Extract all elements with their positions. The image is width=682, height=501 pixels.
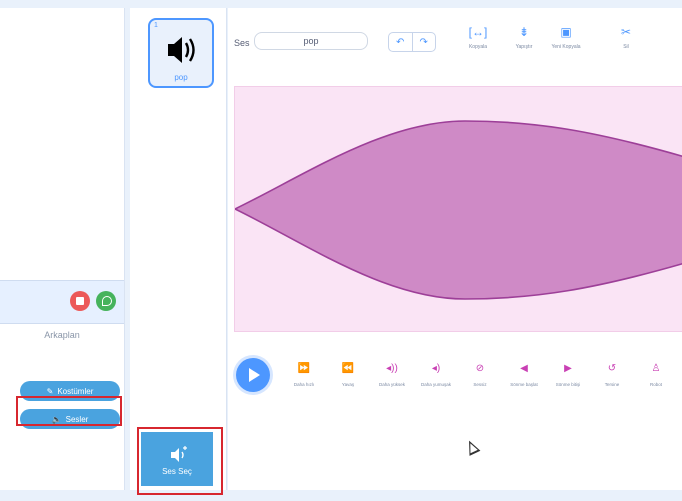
fade-in-icon: ◀ bbox=[520, 363, 528, 374]
scissors-icon: ✂ bbox=[620, 25, 632, 39]
reverse-button[interactable]: ↺ Tersine bbox=[590, 362, 634, 387]
copy-icon: [↔] bbox=[468, 25, 488, 39]
speaker-icon bbox=[168, 37, 195, 63]
sound-tile-number: 1 bbox=[154, 22, 158, 29]
faster-button[interactable]: ⏩ Daha hızlı bbox=[282, 362, 326, 387]
undo-icon[interactable]: ↶ bbox=[389, 33, 413, 51]
copy-button[interactable]: [↔] Kopyala bbox=[458, 24, 498, 50]
fade-out-icon: ▶ bbox=[564, 363, 572, 374]
effects-bar: ⏩ Daha hızlı ⏪ Yavaş ◂)) Daha yüksek ◂) … bbox=[228, 348, 682, 408]
fade-in-button[interactable]: ◀ Sönme başlat bbox=[502, 362, 546, 387]
softer-icon: ◂) bbox=[431, 363, 441, 374]
mute-button[interactable]: ⊘ Sessiz bbox=[458, 362, 502, 387]
stop-icon[interactable] bbox=[70, 291, 90, 311]
faster-label: Daha hızlı bbox=[293, 382, 315, 387]
paste-label: Yapıştır bbox=[515, 44, 533, 50]
louder-label: Daha yüksek bbox=[378, 382, 405, 387]
slower-button[interactable]: ⏪ Yavaş bbox=[326, 362, 370, 387]
sound-tile-name: pop bbox=[174, 73, 188, 82]
stage-controls-bar bbox=[0, 280, 124, 324]
fade-out-button[interactable]: ▶ Sönme bitişi bbox=[546, 362, 590, 387]
robot-button[interactable]: ♙ Robot bbox=[634, 362, 678, 387]
play-button[interactable] bbox=[236, 358, 270, 392]
copy-label: Kopyala bbox=[468, 44, 488, 50]
louder-icon: ◂)) bbox=[386, 363, 398, 374]
sound-tile-pop[interactable]: 1 pop bbox=[148, 18, 214, 88]
slower-icon: ⏪ bbox=[341, 363, 355, 374]
highlight-box bbox=[137, 427, 223, 495]
waveform bbox=[235, 120, 682, 300]
copy-new-button[interactable]: ▣ Yeni Kopyala bbox=[546, 24, 586, 50]
costumes-tab-label: Kostümler bbox=[57, 386, 94, 396]
app-window: Arkaplan ✎ Kostümler 🔈 Sesler 1 pop Ses … bbox=[0, 0, 682, 501]
backdrop-label: Arkaplan bbox=[44, 330, 80, 340]
fade-in-label: Sönme başlat bbox=[510, 382, 538, 387]
waveform-area[interactable] bbox=[234, 86, 682, 332]
robot-icon: ♙ bbox=[651, 363, 661, 374]
softer-label: Daha yumuşak bbox=[420, 382, 451, 387]
undo-redo-group: ↶ ↷ bbox=[388, 32, 436, 52]
sound-list: 1 pop Ses Seç bbox=[130, 8, 227, 490]
faster-icon: ⏩ bbox=[297, 363, 311, 374]
sound-name-label: Ses bbox=[234, 38, 250, 48]
robot-label: Robot bbox=[649, 382, 662, 387]
redo-icon[interactable]: ↷ bbox=[413, 33, 436, 51]
fade-out-label: Sönme bitişi bbox=[555, 382, 581, 387]
paste-icon: ⇟ bbox=[518, 25, 530, 39]
copy-new-label: Yeni Kopyala bbox=[551, 44, 581, 50]
sound-editor: Ses pop ↶ ↷ [↔] Kopyala ⇟ Yapıştır ▣ Yen… bbox=[228, 8, 682, 490]
copy-new-icon: ▣ bbox=[560, 25, 572, 39]
delete-button[interactable]: ✂ Sil bbox=[606, 24, 646, 50]
reverse-icon: ↺ bbox=[607, 363, 617, 374]
sound-name-input[interactable]: pop bbox=[254, 32, 368, 50]
softer-button[interactable]: ◂) Daha yumuşak bbox=[414, 362, 458, 387]
paste-button[interactable]: ⇟ Yapıştır bbox=[504, 24, 544, 50]
mute-label: Sessiz bbox=[473, 382, 487, 387]
brush-icon: ✎ bbox=[46, 386, 54, 396]
green-flag-icon[interactable] bbox=[96, 291, 116, 311]
reverse-label: Tersine bbox=[604, 382, 620, 387]
highlight-box bbox=[16, 396, 122, 426]
delete-label: Sil bbox=[623, 44, 629, 50]
louder-button[interactable]: ◂)) Daha yüksek bbox=[370, 362, 414, 387]
mute-icon: ⊘ bbox=[475, 363, 485, 374]
slower-label: Yavaş bbox=[341, 382, 355, 387]
